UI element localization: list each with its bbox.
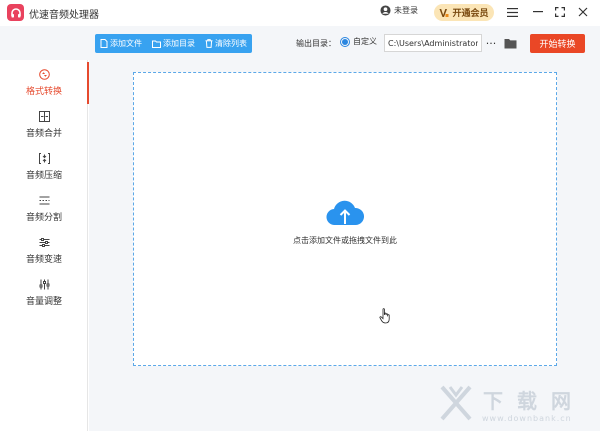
sidebar: 格式转换 音频合并 音频压缩 音频分割 音频变速 音量调整: [0, 60, 89, 431]
browse-more-button[interactable]: ···: [485, 35, 497, 51]
sidebar-item-audio-split[interactable]: 音频分割: [0, 188, 88, 230]
start-convert-button[interactable]: 开始转换: [530, 34, 585, 53]
fullscreen-icon: [555, 7, 565, 17]
trash-icon: [205, 39, 213, 48]
add-directory-button[interactable]: 添加目录: [147, 34, 200, 53]
audio-speed-icon: [39, 237, 50, 248]
volume-adjust-icon: [39, 279, 50, 290]
sidebar-item-audio-speed[interactable]: 音频变速: [0, 230, 88, 272]
file-button-group: 添加文件 添加目录 清除列表: [95, 34, 252, 53]
watermark-url: www.downbank.cn: [482, 414, 572, 423]
vip-button[interactable]: 开通会员: [434, 4, 494, 21]
add-file-button[interactable]: 添加文件: [95, 34, 147, 53]
clear-list-button[interactable]: 清除列表: [200, 34, 252, 53]
vip-label: 开通会员: [452, 9, 489, 19]
cloud-upload-icon: [326, 200, 364, 226]
title-bar: 优速音频处理器 未登录 开通会员: [0, 0, 600, 26]
open-folder-icon: [504, 38, 516, 48]
sidebar-item-audio-merge[interactable]: 音频合并: [0, 104, 88, 146]
fullscreen-button[interactable]: [552, 4, 568, 20]
login-label: 未登录: [394, 6, 418, 15]
folder-icon: [152, 40, 161, 48]
watermark: 下载网 www.downbank.cn: [438, 383, 598, 429]
login-button[interactable]: 未登录: [380, 5, 418, 16]
audio-split-icon: [39, 195, 50, 206]
custom-dir-label: 自定义: [353, 37, 377, 46]
watermark-logo-icon: [440, 385, 472, 421]
toolbar: 添加文件 添加目录 清除列表 输出目录： 自定义 ··· 开始转换: [0, 26, 600, 60]
radio-selected-icon: [340, 36, 350, 47]
sidebar-item-format-convert[interactable]: 格式转换: [0, 62, 89, 104]
sidebar-label: 音频合并: [25, 129, 62, 139]
sidebar-item-volume-adjust[interactable]: 音量调整: [0, 272, 88, 314]
dropzone-hint: 点击添加文件或拖拽文件到此: [293, 236, 397, 245]
output-dir-label: 输出目录：: [296, 39, 336, 48]
close-button[interactable]: [575, 4, 591, 20]
sidebar-label: 格式转换: [25, 87, 62, 97]
audio-compress-icon: [38, 153, 50, 164]
add-directory-label: 添加目录: [163, 39, 195, 48]
close-icon: [578, 7, 588, 17]
app-title: 优速音频处理器: [29, 10, 99, 21]
app-logo-icon: [7, 4, 24, 21]
audio-merge-icon: [38, 111, 50, 122]
file-icon: [100, 39, 108, 48]
sidebar-label: 音频分割: [25, 213, 62, 223]
user-icon: [380, 5, 391, 16]
file-dropzone[interactable]: 点击添加文件或拖拽文件到此: [133, 72, 557, 366]
sidebar-item-audio-compress[interactable]: 音频压缩: [0, 146, 88, 188]
format-convert-icon: [38, 69, 50, 80]
open-folder-button[interactable]: [502, 35, 518, 51]
minimize-icon: [533, 11, 543, 13]
sidebar-label: 音频压缩: [25, 171, 62, 181]
hand-cursor-icon: [379, 308, 390, 324]
sidebar-label: 音量调整: [25, 297, 62, 307]
sidebar-label: 音频变速: [25, 255, 62, 265]
content-area: 点击添加文件或拖拽文件到此: [89, 60, 600, 431]
clear-list-label: 清除列表: [215, 39, 247, 48]
menu-icon: [506, 7, 518, 17]
vip-icon: [439, 8, 449, 17]
watermark-text: 下载网: [483, 389, 585, 413]
output-path-input[interactable]: [384, 34, 482, 52]
minimize-button[interactable]: [530, 4, 546, 20]
menu-button[interactable]: [504, 4, 520, 20]
add-file-label: 添加文件: [110, 39, 142, 48]
custom-dir-radio[interactable]: 自定义: [340, 36, 377, 47]
